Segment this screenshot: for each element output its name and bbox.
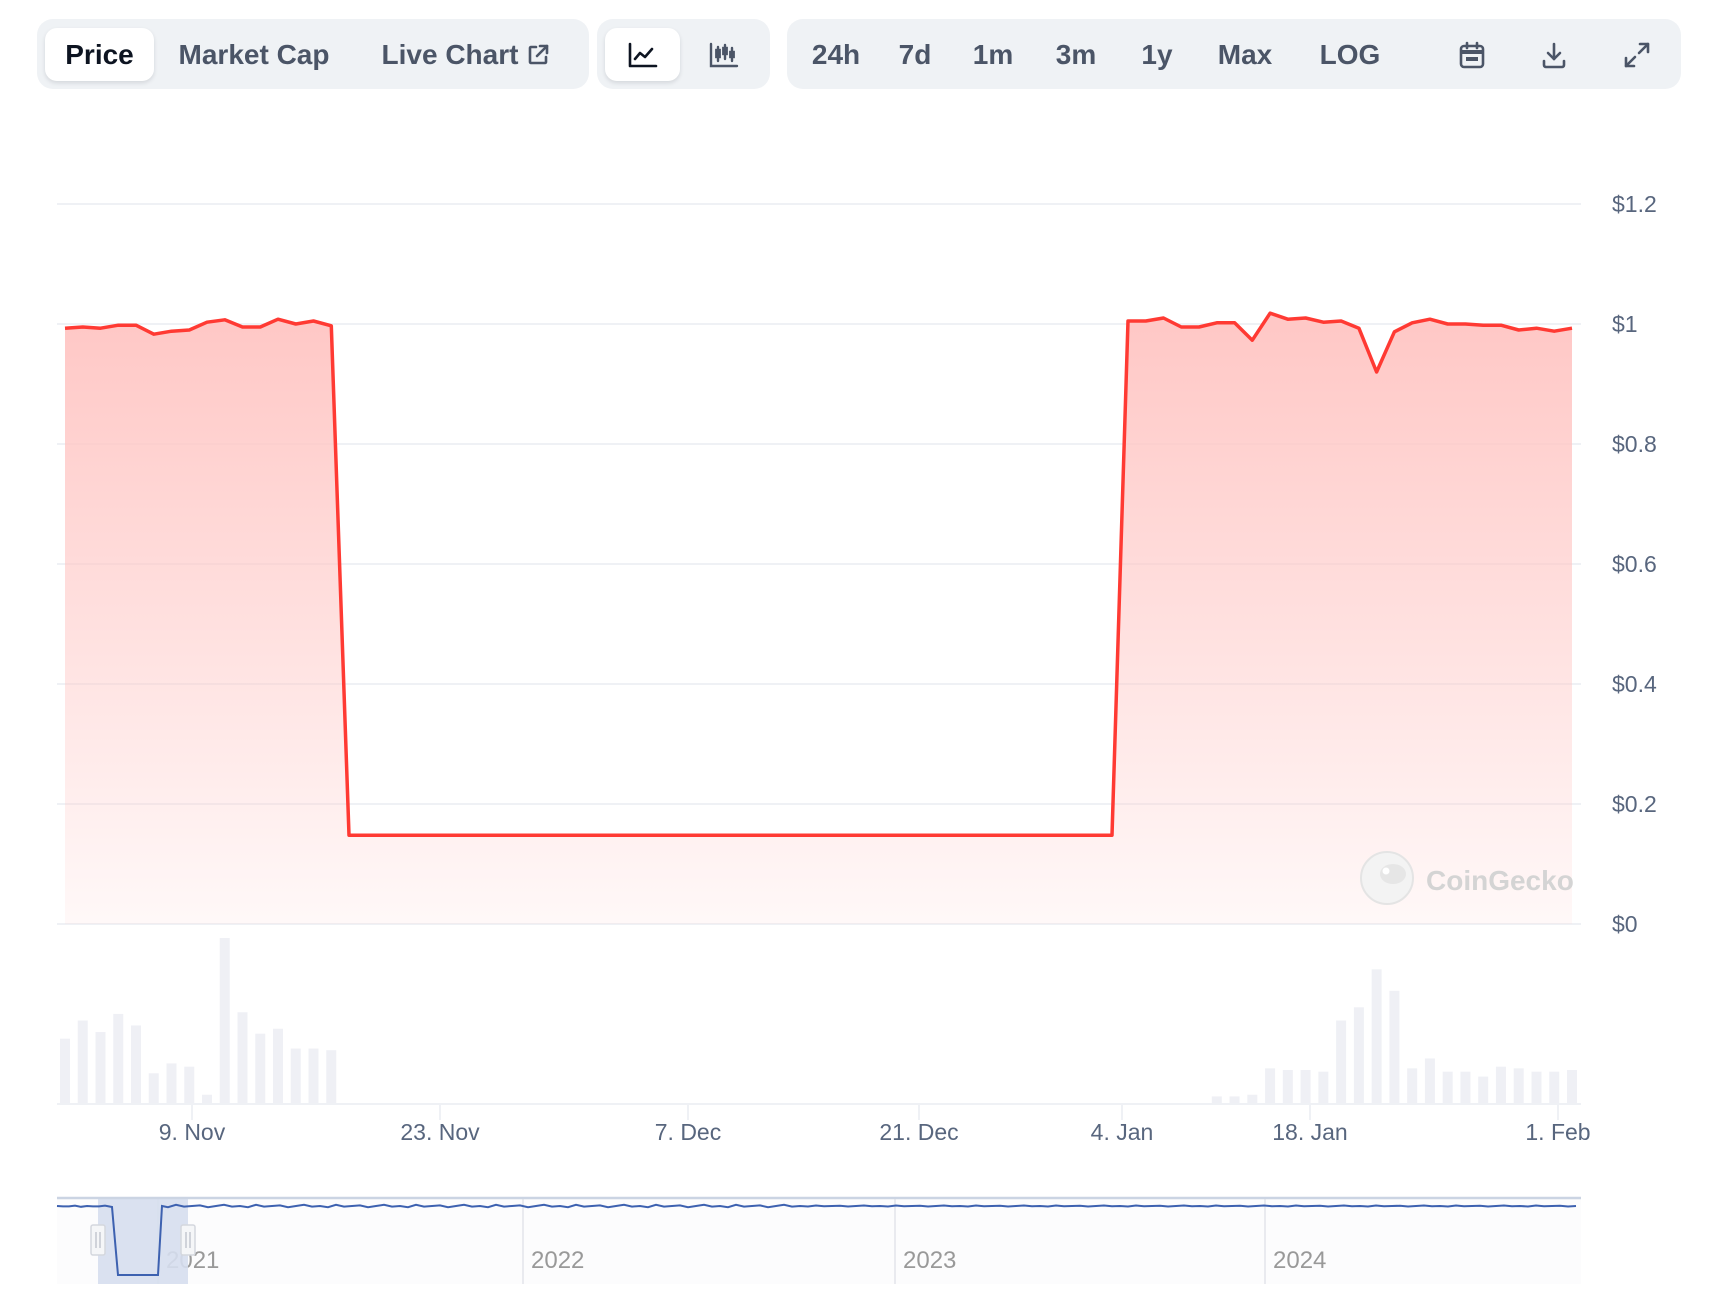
volume-bar bbox=[77, 1020, 88, 1103]
volume-bar bbox=[148, 1073, 159, 1103]
volume-bar bbox=[1424, 1058, 1435, 1103]
y-tick-label: $1.2 bbox=[1612, 191, 1657, 217]
y-tick-label: $0.6 bbox=[1612, 551, 1657, 577]
x-tick-label: 23. Nov bbox=[400, 1119, 480, 1145]
volume-bar bbox=[1300, 1070, 1311, 1103]
price-area-fill bbox=[65, 313, 1572, 924]
volume-bar bbox=[1513, 1068, 1524, 1103]
navigator-year-label: 2022 bbox=[531, 1247, 584, 1274]
x-tick-label: 21. Dec bbox=[879, 1119, 958, 1145]
navigator-left-handle[interactable] bbox=[90, 1224, 106, 1256]
volume-bar bbox=[1336, 1020, 1347, 1103]
navigator[interactable]: 2021 2022 2023 2024 bbox=[56, 1196, 1581, 1284]
volume-bar bbox=[1353, 1007, 1364, 1103]
volume-bar bbox=[1495, 1066, 1506, 1103]
handle-grip[interactable] bbox=[180, 1224, 196, 1256]
navigator-year-label: 2023 bbox=[903, 1247, 956, 1274]
volume-bar bbox=[184, 1066, 195, 1103]
volume-bar bbox=[1531, 1071, 1542, 1103]
volume-bar bbox=[1282, 1070, 1293, 1103]
volume-bar bbox=[60, 1038, 70, 1103]
gecko-eye-shape bbox=[1382, 867, 1390, 875]
y-tick-label: $0.2 bbox=[1612, 791, 1657, 817]
price-area bbox=[65, 313, 1572, 924]
y-tick-label: $0.8 bbox=[1612, 431, 1657, 457]
x-tick-label: 4. Jan bbox=[1091, 1119, 1154, 1145]
volume-bar bbox=[166, 1063, 177, 1103]
volume-bar bbox=[202, 1094, 212, 1103]
volume-bar bbox=[219, 938, 230, 1103]
volume-bar bbox=[1265, 1068, 1276, 1103]
volume-bar bbox=[1567, 1070, 1577, 1103]
volume-bar bbox=[1407, 1068, 1418, 1103]
volume-bar bbox=[1460, 1071, 1471, 1103]
y-tick-label: $0 bbox=[1612, 911, 1638, 937]
volume-bar bbox=[1229, 1096, 1240, 1103]
volume-bar bbox=[237, 1012, 248, 1103]
volume-bar bbox=[113, 1013, 124, 1103]
watermark-text: CoinGecko bbox=[1426, 865, 1574, 896]
x-tick-label: 18. Jan bbox=[1272, 1119, 1347, 1145]
volume-bar bbox=[308, 1048, 319, 1103]
y-axis-labels: $0 $0.2 $0.4 $0.6 $0.8 $1 $1.2 bbox=[1612, 191, 1657, 937]
navigator-right-handle[interactable] bbox=[180, 1224, 196, 1256]
y-tick-label: $0.4 bbox=[1612, 671, 1657, 697]
gecko-head-shape bbox=[1380, 864, 1406, 884]
volume-bar bbox=[290, 1048, 301, 1103]
volume-bar bbox=[1371, 969, 1382, 1103]
navigator-year-label: 2024 bbox=[1273, 1247, 1326, 1274]
volume-bar bbox=[1442, 1071, 1453, 1103]
volume-bar bbox=[1211, 1096, 1222, 1103]
handle-grip[interactable] bbox=[90, 1224, 106, 1256]
volume-bar bbox=[1478, 1076, 1489, 1103]
price-chart[interactable]: CoinGecko $0 $0.2 $0.4 $0.6 $0.8 $1 $1.2 9. No… bbox=[0, 0, 1720, 1310]
volume-bar bbox=[1318, 1071, 1329, 1103]
volume-bar bbox=[1247, 1094, 1258, 1103]
x-tick-label: 9. Nov bbox=[159, 1119, 226, 1145]
volume-bars bbox=[60, 938, 1577, 1103]
volume-bar bbox=[255, 1033, 266, 1103]
volume-bar bbox=[273, 1028, 283, 1103]
volume-bar bbox=[131, 1025, 141, 1103]
volume-bar bbox=[1389, 990, 1400, 1103]
volume-bar bbox=[1549, 1071, 1560, 1103]
navigator-background bbox=[57, 1198, 1581, 1284]
x-axis: 9. Nov 23. Nov 7. Dec 21. Dec 4. Jan 18. Jan 1… bbox=[57, 1103, 1591, 1145]
x-tick-label: 7. Dec bbox=[655, 1119, 721, 1145]
volume-bar bbox=[326, 1050, 337, 1103]
x-tick-label: 1. Feb bbox=[1525, 1119, 1590, 1145]
volume-bar bbox=[95, 1032, 106, 1103]
y-tick-label: $1 bbox=[1612, 311, 1638, 337]
